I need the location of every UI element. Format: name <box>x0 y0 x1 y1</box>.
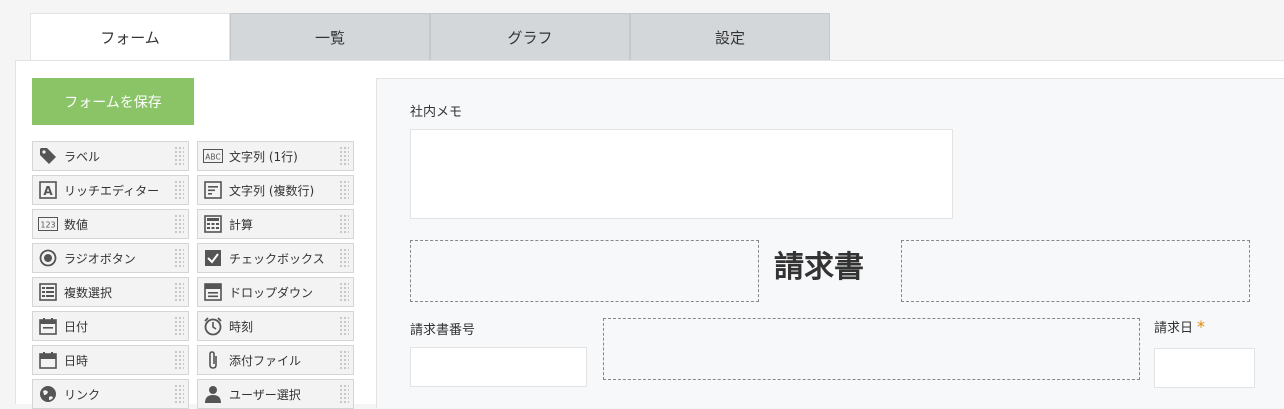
palette-item-multi-line-text[interactable]: 文字列 (複数行) <box>197 175 354 205</box>
drag-handle-icon[interactable] <box>174 214 184 234</box>
tab-form[interactable]: フォーム <box>30 13 230 61</box>
drag-handle-icon[interactable] <box>339 350 349 370</box>
palette-item-link[interactable]: リンク <box>32 379 189 409</box>
palette-item-date[interactable]: 日付 <box>32 311 189 341</box>
palette-item-text: ユーザー選択 <box>229 387 301 402</box>
drag-handle-icon[interactable] <box>339 214 349 234</box>
rich-editor-icon: A <box>38 180 58 200</box>
tab-list[interactable]: 一覧 <box>230 13 430 61</box>
svg-text:ABC: ABC <box>205 153 220 162</box>
paperclip-icon <box>203 350 223 370</box>
palette-item-label[interactable]: ラベル <box>32 141 189 171</box>
drag-handle-icon[interactable] <box>339 248 349 268</box>
palette-item-multi-select[interactable]: 複数選択 <box>32 277 189 307</box>
palette-item-text: 複数選択 <box>64 285 113 300</box>
abc-icon: ABC <box>203 146 223 166</box>
memo-field[interactable] <box>410 129 953 219</box>
drag-handle-icon[interactable] <box>339 180 349 200</box>
invoice-number-label: 請求書番号 <box>410 323 476 338</box>
palette-item-text: 時刻 <box>229 319 254 334</box>
drag-handle-icon[interactable] <box>174 248 184 268</box>
drag-handle-icon[interactable] <box>174 146 184 166</box>
svg-text:A: A <box>43 184 53 198</box>
drag-handle-icon[interactable] <box>174 180 184 200</box>
alarm-clock-icon <box>203 316 223 336</box>
form-editor-panel: フォームを保存 ラベル A リッチエディター 123 数値 ラジオボタン 複数選… <box>15 60 1284 409</box>
palette-item-datetime[interactable]: 日時 <box>32 345 189 375</box>
palette-item-user-select[interactable]: ユーザー選択 <box>197 379 354 409</box>
spacer-field[interactable] <box>603 318 1140 380</box>
palette-item-text: 日時 <box>64 353 89 368</box>
palette-item-dropdown[interactable]: ドロップダウン <box>197 277 354 307</box>
form-canvas: 社内メモ 請求書 請求書番号 請求日 * <box>376 78 1284 408</box>
drag-handle-icon[interactable] <box>174 350 184 370</box>
memo-field-label: 社内メモ <box>410 105 463 120</box>
palette-item-calc[interactable]: 計算 <box>197 209 354 239</box>
drag-handle-icon[interactable] <box>174 316 184 336</box>
palette-item-number[interactable]: 123 数値 <box>32 209 189 239</box>
invoice-number-field[interactable] <box>410 347 587 387</box>
checkbox-icon <box>203 248 223 268</box>
palette-item-text: 文字列 (1行) <box>229 149 298 164</box>
globe-icon <box>38 384 58 404</box>
drag-handle-icon[interactable] <box>339 316 349 336</box>
palette-item-text: 計算 <box>229 217 254 232</box>
required-mark: * <box>1197 317 1206 336</box>
calendar-clock-icon <box>38 350 58 370</box>
palette-item-text: 文字列 (複数行) <box>229 183 315 198</box>
drag-handle-icon[interactable] <box>339 384 349 404</box>
drag-handle-icon[interactable] <box>339 146 349 166</box>
palette-item-text: チェックボックス <box>229 251 325 266</box>
calculator-icon <box>203 214 223 234</box>
calendar-icon <box>38 316 58 336</box>
palette-item-text: 数値 <box>64 217 89 232</box>
svg-text:123: 123 <box>40 221 55 230</box>
palette-item-text: 添付ファイル <box>229 353 302 368</box>
spacer-field[interactable] <box>901 240 1250 302</box>
radio-icon <box>38 248 58 268</box>
spacer-field[interactable] <box>410 240 759 302</box>
palette-item-checkbox[interactable]: チェックボックス <box>197 243 354 273</box>
user-icon <box>203 384 223 404</box>
palette-item-text: リンク <box>64 387 101 402</box>
invoice-date-field[interactable] <box>1154 348 1255 388</box>
palette-item-text: リッチエディター <box>64 183 160 198</box>
palette-item-text: ドロップダウン <box>229 285 314 300</box>
palette-item-rich-editor[interactable]: A リッチエディター <box>32 175 189 205</box>
tab-bar: フォーム 一覧 グラフ 設定 <box>30 13 830 61</box>
drag-handle-icon[interactable] <box>174 282 184 302</box>
dropdown-icon <box>203 282 223 302</box>
drag-handle-icon[interactable] <box>174 384 184 404</box>
multi-select-icon <box>38 282 58 302</box>
palette-item-text: 日付 <box>64 319 89 334</box>
palette-item-single-line-text[interactable]: ABC 文字列 (1行) <box>197 141 354 171</box>
multiline-text-icon <box>203 180 223 200</box>
save-form-button[interactable]: フォームを保存 <box>32 78 194 125</box>
invoice-date-label: 請求日 * <box>1154 317 1206 336</box>
palette-item-text: ラジオボタン <box>64 251 136 266</box>
palette-item-time[interactable]: 時刻 <box>197 311 354 341</box>
drag-handle-icon[interactable] <box>339 282 349 302</box>
number-icon: 123 <box>38 214 58 234</box>
palette-item-radio[interactable]: ラジオボタン <box>32 243 189 273</box>
tab-settings[interactable]: 設定 <box>630 13 830 61</box>
tab-graph[interactable]: グラフ <box>430 13 630 61</box>
form-heading-label: 請求書 <box>774 250 864 285</box>
tag-icon <box>38 146 58 166</box>
palette-item-attachment[interactable]: 添付ファイル <box>197 345 354 375</box>
palette-item-text: ラベル <box>64 149 101 164</box>
